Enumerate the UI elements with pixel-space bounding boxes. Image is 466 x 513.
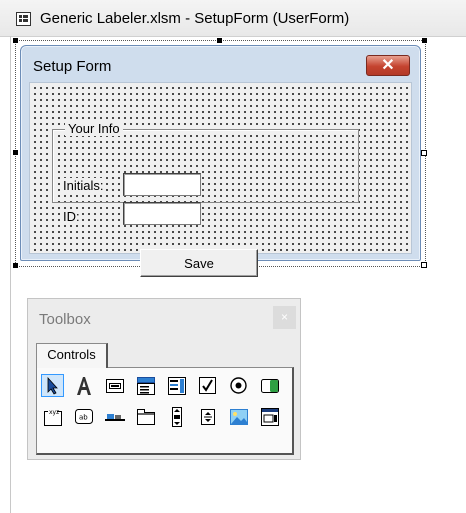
form-design-grid[interactable]: Your Info Initials: ID: Save — [29, 82, 412, 277]
resize-handle-bottom-right[interactable] — [421, 262, 427, 268]
svg-text:xyz: xyz — [49, 409, 59, 416]
id-label: ID: — [62, 209, 81, 224]
resize-handle-bottom-left[interactable] — [13, 263, 18, 268]
id-textbox[interactable] — [123, 202, 201, 225]
toolbox-close-button[interactable]: × — [273, 306, 296, 329]
listbox-tool[interactable] — [165, 374, 188, 397]
combobox-tool[interactable] — [134, 374, 157, 397]
togglebutton-tool[interactable] — [258, 374, 281, 397]
frame-caption: Your Info — [65, 121, 123, 136]
scrollbar-tool[interactable] — [165, 405, 188, 428]
resize-handle-top-left[interactable] — [13, 38, 18, 43]
spinbutton-tool[interactable] — [196, 405, 219, 428]
image-tool[interactable] — [227, 405, 250, 428]
resize-handle-top-mid[interactable] — [217, 38, 222, 43]
frame-tool[interactable]: xyz — [41, 405, 64, 428]
resize-handle-mid-left[interactable] — [13, 150, 18, 155]
tab-controls[interactable]: Controls — [36, 343, 108, 368]
textbox-tool[interactable] — [103, 374, 126, 397]
optionbutton-tool[interactable] — [227, 374, 250, 397]
close-button[interactable]: ✕ — [366, 55, 410, 76]
label-tool[interactable] — [72, 374, 95, 397]
select-objects-tool[interactable] — [41, 374, 64, 397]
initials-textbox[interactable] — [123, 173, 201, 196]
toolbox-title: Toolbox — [39, 311, 91, 328]
refedit-tool[interactable] — [258, 405, 281, 428]
resize-handle-top-right[interactable] — [422, 38, 427, 43]
userform-window[interactable]: Setup Form ✕ Your Info Initials: ID: Sav… — [20, 45, 421, 277]
initials-label: Initials: — [62, 178, 105, 193]
checkbox-tool[interactable] — [196, 374, 219, 397]
tabstrip-tool[interactable] — [103, 405, 126, 428]
controls-panel: xyz ab — [36, 367, 294, 455]
resize-handle-mid-right[interactable] — [421, 150, 427, 156]
window-title: Generic Labeler.xlsm - SetupForm (UserFo… — [40, 10, 350, 27]
save-button[interactable]: Save — [140, 249, 258, 277]
toolbox-window[interactable]: Toolbox × Controls xyz ab — [27, 298, 301, 460]
form-caption: Setup Form — [33, 58, 112, 75]
userform-icon — [16, 12, 31, 26]
multipage-tool[interactable] — [134, 405, 157, 428]
left-rule — [10, 36, 11, 513]
commandbutton-tool[interactable]: ab — [72, 405, 95, 428]
window-title-bar: Generic Labeler.xlsm - SetupForm (UserFo… — [0, 0, 466, 37]
svg-text:ab: ab — [79, 414, 88, 422]
